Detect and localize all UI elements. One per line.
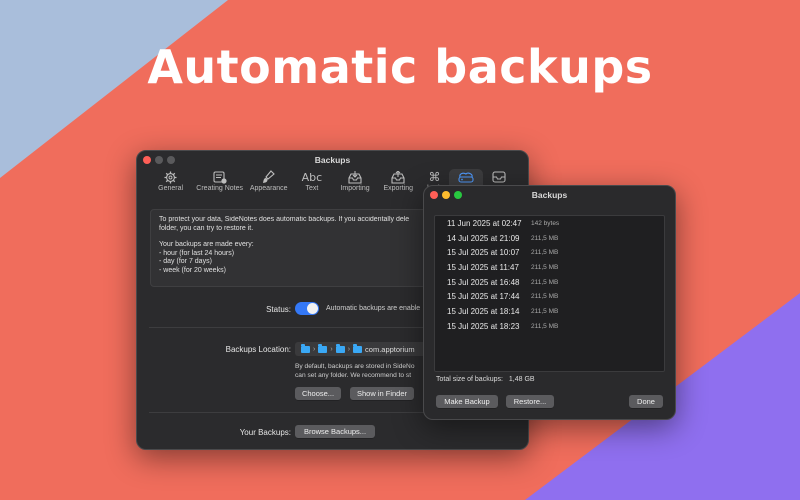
tab-creating-notes-label: Creating Notes	[196, 185, 243, 192]
backup-size: 211,5 MB	[531, 307, 559, 315]
list-item[interactable]: 15 Jul 2025 at 17:44 211,5 MB	[435, 289, 664, 304]
your-backups-label: Your Backups:	[239, 428, 291, 437]
total-size-label: Total size of backups:	[436, 376, 503, 383]
backup-size: 211,5 MB	[531, 249, 559, 257]
list-item[interactable]: 15 Jul 2025 at 16:48 211,5 MB	[435, 275, 664, 290]
backups-location-label: Backups Location:	[225, 345, 291, 354]
archive-icon	[492, 169, 506, 185]
tab-importing[interactable]: Importing	[333, 169, 376, 199]
chevron-right-icon: ›	[347, 345, 351, 353]
folder-icon	[353, 343, 363, 353]
minimize-window-button[interactable]	[442, 191, 450, 199]
folder-icon	[335, 343, 345, 353]
status-text: Automatic backups are enable	[326, 305, 421, 312]
tab-importing-label: Importing	[340, 185, 370, 192]
make-backup-button[interactable]: Make Backup	[436, 395, 498, 408]
status-label: Status:	[266, 305, 291, 314]
backup-date: 15 Jul 2025 at 17:44	[447, 292, 520, 302]
browse-backups-button[interactable]: Browse Backups...	[295, 425, 375, 438]
zoom-window-button[interactable]	[454, 191, 462, 199]
tab-exporting-label: Exporting	[383, 185, 414, 192]
tab-general[interactable]: General	[149, 169, 192, 199]
preferences-titlebar: Backups	[137, 151, 528, 169]
backup-size: 211,5 MB	[531, 322, 559, 330]
tab-text[interactable]: Abc Text	[290, 169, 333, 199]
backup-size: 211,5 MB	[531, 293, 559, 301]
backups-window-title: Backups	[531, 190, 568, 200]
backups-list[interactable]: 11 Jun 2025 at 02:47 142 bytes 14 Jul 202…	[434, 215, 665, 372]
text-abc-icon: Abc	[301, 170, 323, 184]
backup-date: 15 Jul 2025 at 11:47	[447, 262, 519, 272]
import-tray-icon	[348, 169, 362, 185]
list-item[interactable]: 11 Jun 2025 at 02:47 142 bytes	[435, 216, 664, 231]
chevron-right-icon: ›	[313, 345, 316, 353]
location-note: can set any folder. We recommend to st	[295, 372, 412, 379]
backup-drive-icon	[458, 169, 474, 185]
folder-icon	[301, 343, 310, 353]
headline: Automatic backups	[147, 40, 653, 94]
zoom-window-button[interactable]	[167, 156, 175, 164]
minimize-window-button[interactable]	[155, 156, 163, 164]
chevron-right-icon: ›	[330, 345, 333, 353]
list-item[interactable]: 15 Jul 2025 at 18:14 211,5 MB	[435, 304, 664, 319]
backups-titlebar: Backups	[424, 186, 675, 204]
command-key-icon: ⌘	[428, 170, 441, 184]
tab-appearance-label: Appearance	[249, 185, 288, 192]
backup-size: 211,5 MB	[531, 263, 559, 271]
tab-creating-notes[interactable]: Creating Notes	[192, 169, 247, 199]
preferences-window-title: Backups	[314, 155, 351, 165]
tab-general-label: General	[158, 185, 184, 192]
backup-date: 15 Jul 2025 at 18:23	[447, 321, 520, 331]
auto-backup-toggle[interactable]	[295, 302, 319, 315]
list-item[interactable]: 14 Jul 2025 at 21:09 211,5 MB	[435, 231, 664, 246]
total-size: Total size of backups: 1,48 GB	[436, 376, 535, 383]
backup-date: 14 Jul 2025 at 21:09	[447, 233, 520, 243]
location-note: By default, backups are stored in SideNo	[295, 363, 415, 370]
choose-button[interactable]: Choose...	[295, 387, 341, 400]
location-path-text: com.apptorium	[365, 344, 415, 354]
list-item[interactable]: 15 Jul 2025 at 10:07 211,5 MB	[435, 245, 664, 260]
restore-button[interactable]: Restore...	[506, 395, 554, 408]
close-window-button[interactable]	[143, 156, 151, 164]
list-item[interactable]: 15 Jul 2025 at 18:23 211,5 MB	[435, 319, 664, 334]
brush-icon	[262, 169, 276, 185]
backup-size: 142 bytes	[531, 219, 560, 227]
tab-appearance[interactable]: Appearance	[247, 169, 290, 199]
show-in-finder-button[interactable]: Show in Finder	[350, 387, 414, 400]
done-button[interactable]: Done	[629, 395, 663, 408]
backup-date: 11 Jun 2025 at 02:47	[447, 218, 522, 228]
backup-size: 211,5 MB	[531, 278, 559, 286]
tab-text-label: Text	[305, 185, 319, 192]
gear-icon	[164, 169, 177, 185]
list-item[interactable]: 15 Jul 2025 at 11:47 211,5 MB	[435, 260, 664, 275]
backup-date: 15 Jul 2025 at 18:14	[447, 306, 520, 316]
close-window-button[interactable]	[430, 191, 438, 199]
backups-window: Backups 11 Jun 2025 at 02:47 142 bytes 14…	[423, 185, 676, 420]
note-icon	[213, 169, 227, 185]
backup-date: 15 Jul 2025 at 16:48	[447, 277, 520, 287]
total-size-value: 1,48 GB	[508, 376, 535, 383]
backup-date: 15 Jul 2025 at 10:07	[447, 248, 520, 258]
tab-exporting[interactable]: Exporting	[377, 169, 420, 199]
backup-size: 211,5 MB	[531, 234, 559, 242]
folder-icon	[318, 343, 328, 353]
export-tray-icon	[391, 169, 405, 185]
